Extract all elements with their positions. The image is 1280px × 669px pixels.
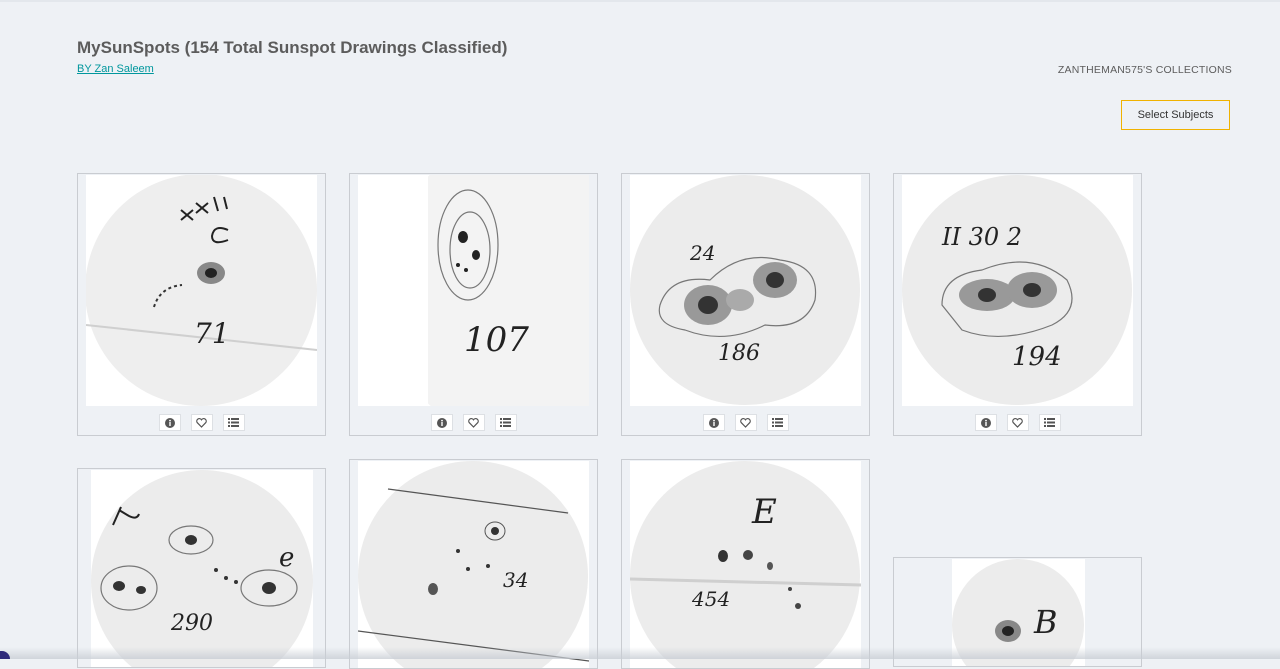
heart-icon [468,417,479,428]
drawing-label: 194 [1012,342,1062,372]
drawing-marks: B [1033,603,1058,641]
subject-card[interactable]: II 30 2 194 [893,173,1142,436]
sunspot-drawing-image[interactable]: 107 [358,175,589,406]
sunspot-drawing-image[interactable]: B [952,559,1085,666]
info-button[interactable] [702,414,725,431]
sunspot-drawing-image[interactable]: 71 [86,175,317,406]
favorite-button[interactable] [190,414,213,431]
subject-card[interactable]: 24 186 [621,173,870,436]
drawing-label: 107 [464,320,529,360]
list-icon [772,418,783,427]
collection-title: MySunSpots (154 Total Sunspot Drawings C… [77,38,508,57]
info-icon [980,417,991,428]
add-to-collection-button[interactable] [1038,414,1061,431]
info-button[interactable] [430,414,453,431]
drawing-marks: E [751,492,777,532]
sunspot-drawing-image[interactable]: II 30 2 194 [902,175,1133,406]
drawing-marks: 24 [689,241,715,265]
subject-card[interactable]: e 290 [77,468,326,668]
info-icon [164,417,175,428]
select-subjects-button[interactable]: Select Subjects [1121,100,1230,130]
top-divider [0,0,1280,2]
drawing-label: 71 [194,317,230,350]
add-to-collection-button[interactable] [494,414,517,431]
list-icon [1044,418,1055,427]
subject-card[interactable]: 107 [349,173,598,436]
drawing-label: 34 [503,568,528,592]
drawing-marks: e [279,543,294,573]
collections-owner-label[interactable]: ZANTHEMAN575'S COLLECTIONS [1058,64,1232,76]
info-button[interactable] [158,414,181,431]
drawing-marks: II 30 2 [941,223,1022,251]
info-icon [436,417,447,428]
collection-owner-link[interactable]: BY Zan Saleem [77,63,154,75]
favorite-button[interactable] [1006,414,1029,431]
heart-icon [196,417,207,428]
drawing-label: 186 [718,341,760,366]
sunspot-drawing-image[interactable]: 34 [358,461,589,668]
favorite-button[interactable] [734,414,757,431]
subject-card[interactable]: B [893,557,1142,667]
info-button[interactable] [974,414,997,431]
info-icon [708,417,719,428]
add-to-collection-button[interactable] [222,414,245,431]
drawing-label: 290 [170,611,213,636]
window-corner [0,651,10,659]
sunspot-drawing-image[interactable]: e 290 [91,470,313,667]
heart-icon [740,417,751,428]
subject-card[interactable]: E 454 [621,459,870,669]
add-to-collection-button[interactable] [766,414,789,431]
sunspot-drawing-image[interactable]: E 454 [630,461,861,668]
subject-card[interactable]: 34 [349,459,598,669]
subject-card[interactable]: 71 [77,173,326,436]
favorite-button[interactable] [462,414,485,431]
sunspot-drawing-image[interactable]: 24 186 [630,175,861,406]
heart-icon [1012,417,1023,428]
drawing-label: 454 [691,587,730,611]
list-icon [500,418,511,427]
list-icon [228,418,239,427]
